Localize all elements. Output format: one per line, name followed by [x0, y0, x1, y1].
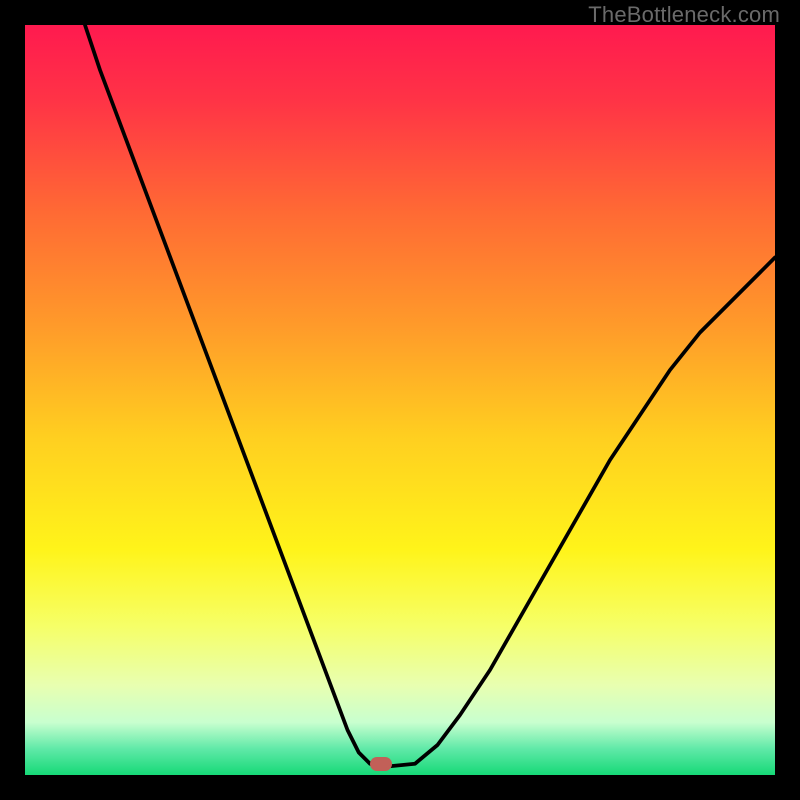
chart-frame: TheBottleneck.com	[0, 0, 800, 800]
plot-area	[25, 25, 775, 775]
min-point-marker	[370, 757, 392, 771]
watermark-text: TheBottleneck.com	[588, 2, 780, 28]
bottleneck-curve	[25, 25, 775, 775]
